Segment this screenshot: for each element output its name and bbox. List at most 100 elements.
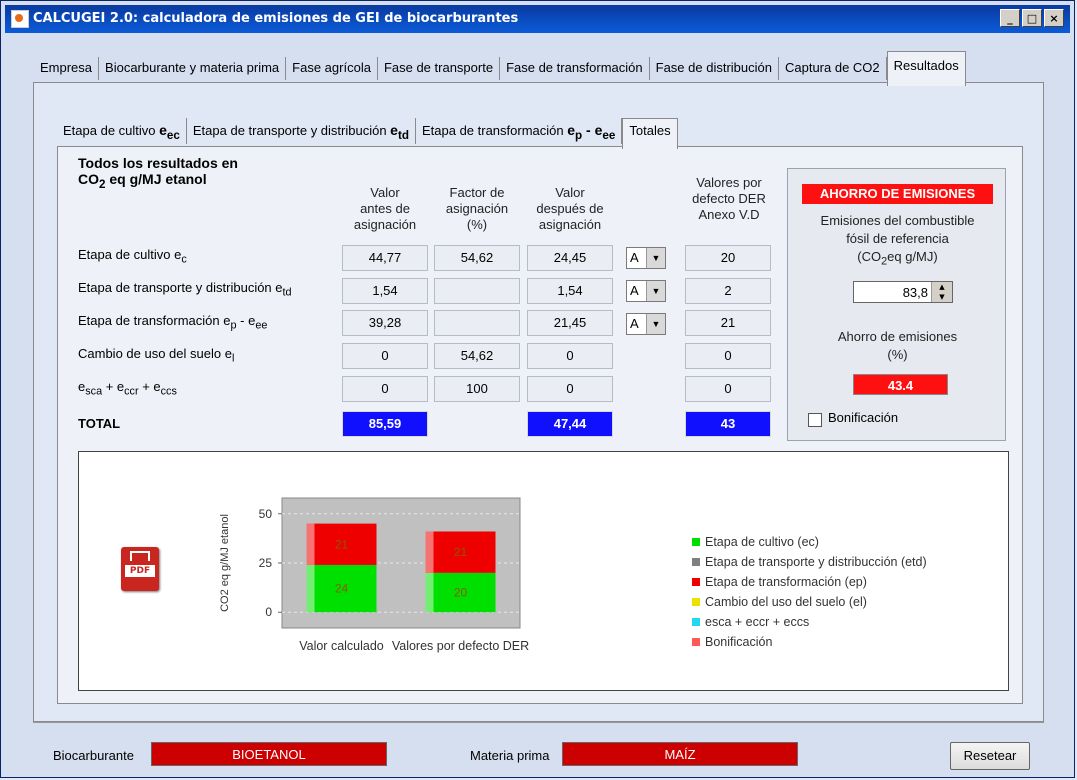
y-tick-label: 50: [259, 507, 273, 521]
bar-label: 24: [335, 582, 349, 596]
bar-label: 21: [335, 537, 349, 551]
sub-tabs: Etapa de cultivo eec Etapa de transporte…: [57, 118, 678, 149]
tab-captura-co2[interactable]: Captura de CO2: [779, 57, 887, 80]
row-label-cambio-suelo: Cambio de uso del suelo el: [78, 346, 235, 365]
bar-label: 21: [454, 545, 468, 559]
pdf-export-button[interactable]: PDF: [121, 547, 159, 591]
cell-before-transformacion: 39,28: [342, 310, 428, 336]
cell-factor-esca: 100: [434, 376, 520, 402]
cell-before-cambio-suelo: 0: [342, 343, 428, 369]
subtab-etapa-transporte[interactable]: Etapa de transporte y distribución etd: [187, 118, 416, 144]
bar-highlight: [425, 531, 434, 573]
legend-swatch: [692, 558, 700, 566]
y-tick-label: 0: [265, 605, 272, 619]
savings-title: AHORRO DE EMISIONES: [802, 184, 993, 204]
cell-factor-cambio-suelo: 54,62: [434, 343, 520, 369]
legend-item: Bonificación: [692, 632, 927, 652]
legend-swatch: [692, 598, 700, 606]
cell-default-esca: 0: [685, 376, 771, 402]
legend-item: Etapa de transporte y distribucción (etd…: [692, 552, 927, 572]
savings-pct-label: Ahorro de emisiones (%): [837, 329, 958, 362]
ref-emissions-label: Emisiones del combustible fósil de refer…: [820, 213, 975, 268]
x-category-label: Valor calculado: [299, 639, 384, 653]
window-controls: _ □ ×: [1000, 9, 1064, 27]
tab-empresa[interactable]: Empresa: [34, 57, 100, 80]
cell-total-before: 85,59: [342, 411, 428, 437]
savings-pct-value: 43.4: [853, 374, 948, 395]
row-label-cultivo: Etapa de cultivo ec: [78, 247, 187, 266]
cell-total-after: 47,44: [527, 411, 613, 437]
biocarburante-field: BIOETANOL: [151, 742, 387, 766]
combo-transporte[interactable]: A ▼: [626, 280, 666, 302]
legend-item: Etapa de cultivo (ec): [692, 532, 927, 552]
legend-label: Etapa de transformación (ep): [705, 575, 867, 589]
col-header-factor: Factor de asignación (%): [445, 185, 509, 232]
divider: [33, 722, 1044, 725]
subtab-etapa-cultivo[interactable]: Etapa de cultivo eec: [57, 118, 187, 144]
col-header-after: Valor después de asignación: [536, 185, 604, 232]
cell-factor-transformacion: [434, 310, 520, 336]
legend-item: esca + eccr + eccs: [692, 612, 927, 632]
cell-default-transformacion: 21: [685, 310, 771, 336]
cell-after-cambio-suelo: 0: [527, 343, 613, 369]
ref-emissions-spinner[interactable]: 83,8 ▲ ▼: [853, 281, 953, 303]
cell-before-cultivo: 44,77: [342, 245, 428, 271]
bar-highlight: [425, 572, 434, 613]
x-category-label: Valores por defecto DER: [392, 639, 529, 653]
chevron-down-icon: ▼: [646, 314, 665, 334]
cell-default-cultivo: 20: [685, 245, 771, 271]
y-tick-label: 25: [259, 556, 273, 570]
main-tabs: Empresa Biocarburante y materia prima Fa…: [34, 51, 966, 86]
bonificacion-label: Bonificación: [828, 410, 899, 425]
java-app-icon: [11, 10, 29, 28]
legend-swatch: [692, 618, 700, 626]
tab-fase-transformacion[interactable]: Fase de transformación: [500, 57, 650, 80]
cell-total-default: 43: [685, 411, 771, 437]
subtab-etapa-transformacion[interactable]: Etapa de transformación ep - eee: [416, 118, 623, 144]
tab-fase-transporte[interactable]: Fase de transporte: [378, 57, 501, 80]
bar-label: 20: [454, 586, 468, 600]
legend-swatch: [692, 638, 700, 646]
tab-fase-agricola[interactable]: Fase agrícola: [286, 57, 378, 80]
tab-biocarburante[interactable]: Biocarburante y materia prima: [99, 57, 287, 80]
cell-factor-transporte: [434, 278, 520, 304]
results-heading: Todos los resultados en CO2 eq g/MJ etan…: [78, 155, 238, 191]
cell-before-transporte: 1,54: [342, 278, 428, 304]
tab-resultados[interactable]: Resultados: [886, 51, 966, 86]
bar-highlight: [306, 523, 315, 565]
subtab-totales[interactable]: Totales: [622, 118, 678, 149]
row-label-transformacion: Etapa de transformación ep - eee: [78, 313, 268, 332]
pdf-icon: [130, 551, 150, 561]
resetear-button[interactable]: Resetear: [950, 742, 1030, 770]
bar-highlight: [306, 564, 315, 613]
cell-after-transformacion: 21,45: [527, 310, 613, 336]
cell-default-cambio-suelo: 0: [685, 343, 771, 369]
row-label-total: TOTAL: [78, 416, 121, 431]
spinner-arrows-icon[interactable]: ▲ ▼: [931, 282, 952, 302]
combo-transformacion[interactable]: A ▼: [626, 313, 666, 335]
close-button[interactable]: ×: [1044, 9, 1064, 27]
maximize-button[interactable]: □: [1022, 9, 1042, 27]
legend-label: Etapa de cultivo (ec): [705, 535, 819, 549]
col-header-default: Valores por defecto DER Anexo V.D: [692, 175, 766, 222]
cell-after-transporte: 1,54: [527, 278, 613, 304]
legend-label: Etapa de transporte y distribucción (etd…: [705, 555, 927, 569]
tab-fase-distribucion[interactable]: Fase de distribución: [650, 57, 779, 80]
legend-swatch: [692, 538, 700, 546]
minimize-button[interactable]: _: [1000, 9, 1020, 27]
legend-swatch: [692, 578, 700, 586]
biocarburante-label: Biocarburante: [53, 748, 134, 763]
materia-prima-field: MAÍZ: [562, 742, 798, 766]
legend-item: Cambio del uso del suelo (el): [692, 592, 927, 612]
combo-cultivo[interactable]: A ▼: [626, 247, 666, 269]
legend-label: esca + eccr + eccs: [705, 615, 810, 629]
title-bar: CALCUGEI 2.0: calculadora de emisiones d…: [5, 5, 1070, 33]
bonificacion-checkbox[interactable]: [808, 413, 822, 427]
chart-legend: Etapa de cultivo (ec) Etapa de transporte…: [692, 532, 927, 652]
emissions-bar-chart: 0 25 50 CO2 eq g/MJ etanol 24 21 Valor calcula…: [219, 497, 529, 653]
window-title: CALCUGEI 2.0: calculadora de emisiones d…: [33, 11, 519, 26]
legend-label: Bonificación: [705, 635, 773, 649]
ref-emissions-value: 83,8: [902, 285, 928, 300]
cell-after-cultivo: 24,45: [527, 245, 613, 271]
cell-before-esca: 0: [342, 376, 428, 402]
